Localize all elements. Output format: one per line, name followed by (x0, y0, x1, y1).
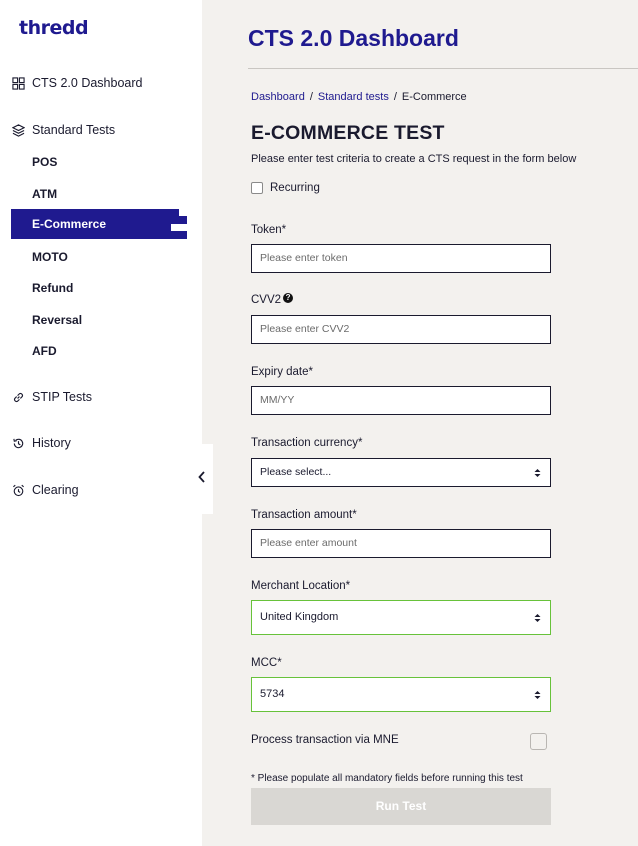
expiry-label: Expiry date* (251, 366, 314, 378)
mcc-label: MCC* (251, 657, 282, 669)
sidebar-subitem-afd[interactable]: AFD (32, 344, 57, 358)
sidebar-subitem-pos[interactable]: POS (32, 155, 57, 169)
sidebar-item-dashboard[interactable]: CTS 2.0 Dashboard (11, 73, 142, 93)
breadcrumb-current: E-Commerce (401, 91, 467, 103)
run-test-button[interactable]: Run Test (251, 788, 551, 825)
currency-label: Transaction currency* (251, 437, 363, 449)
sidebar-item-label: History (32, 436, 71, 450)
active-marker-square (179, 231, 187, 239)
breadcrumb-separator: / (309, 91, 313, 103)
page-title: CTS 2.0 Dashboard (248, 25, 459, 51)
sidebar-subitem-moto[interactable]: MOTO (32, 250, 68, 264)
breadcrumb-standard-tests[interactable]: Standard tests (318, 91, 389, 103)
sidebar-item-standard-tests[interactable]: Standard Tests (11, 120, 115, 140)
sidebar: thredd CTS 2.0 Dashboard Standard Tests … (0, 0, 202, 846)
select-arrows-icon (534, 691, 541, 699)
link-icon (11, 390, 25, 404)
cvv2-label-text: CVV2 (251, 294, 282, 306)
history-icon (11, 436, 25, 450)
sidebar-item-label: Clearing (32, 483, 79, 497)
token-label: Token* (251, 224, 287, 236)
merchant-location-value: United Kingdom (260, 611, 339, 623)
sidebar-subitem-atm[interactable]: ATM (32, 187, 57, 201)
sidebar-item-clearing[interactable]: Clearing (11, 480, 79, 500)
form-title: E-COMMERCE TEST (251, 122, 445, 144)
active-marker-notch (171, 224, 179, 231)
thredd-logo[interactable]: thredd (19, 17, 89, 39)
cvv2-input[interactable]: Please enter CVV2 (251, 315, 551, 344)
mne-checkbox[interactable] (530, 733, 547, 750)
sidebar-subitem-reversal[interactable]: Reversal (32, 313, 82, 327)
mcc-select[interactable]: 5734 (251, 677, 551, 712)
dashboard-grid-icon (11, 76, 25, 90)
sidebar-item-history[interactable]: History (11, 433, 71, 453)
select-arrows-icon (534, 614, 541, 622)
token-input[interactable]: Please enter token (251, 244, 551, 273)
sidebar-item-label: CTS 2.0 Dashboard (32, 76, 143, 90)
breadcrumb-separator: / (393, 91, 397, 103)
sidebar-item-label: Standard Tests (32, 123, 116, 137)
merchant-location-label: Merchant Location* (251, 580, 351, 592)
sidebar-item-stip-tests[interactable]: STIP Tests (11, 387, 92, 407)
mne-label: Process transaction via MNE (251, 734, 399, 746)
merchant-location-select[interactable]: United Kingdom (251, 600, 551, 635)
recurring-label: Recurring (270, 182, 320, 194)
recurring-checkbox[interactable]: Recurring (251, 182, 320, 194)
breadcrumb-dashboard[interactable]: Dashboard (251, 91, 305, 103)
recurring-checkbox-box[interactable] (251, 182, 263, 194)
main-content: CTS 2.0 Dashboard Dashboard / Standard tes… (202, 0, 638, 846)
amount-input[interactable]: Please enter amount (251, 529, 551, 558)
cvv2-label: CVV2? (251, 293, 294, 306)
expiry-input[interactable]: MM/YY (251, 386, 551, 415)
sidebar-subitem-refund[interactable]: Refund (32, 281, 73, 295)
mandatory-note: * Please populate all mandatory fields b… (251, 773, 523, 784)
breadcrumb: Dashboard / Standard tests / E-Commerce (251, 91, 467, 103)
sidebar-subitem-ecommerce[interactable]: E-Commerce (11, 209, 179, 239)
mcc-value: 5734 (260, 688, 285, 700)
form-description: Please enter test criteria to create a C… (251, 153, 577, 165)
currency-select[interactable]: Please select... (251, 458, 551, 487)
amount-label: Transaction amount* (251, 509, 357, 521)
sidebar-item-label: STIP Tests (32, 390, 92, 404)
help-icon[interactable]: ? (283, 293, 294, 303)
currency-select-value: Please select... (260, 466, 332, 478)
alarm-clock-icon (11, 483, 25, 497)
active-marker-square (179, 216, 187, 224)
select-arrows-icon (534, 469, 541, 477)
title-divider (248, 68, 638, 69)
layers-icon (11, 123, 25, 137)
